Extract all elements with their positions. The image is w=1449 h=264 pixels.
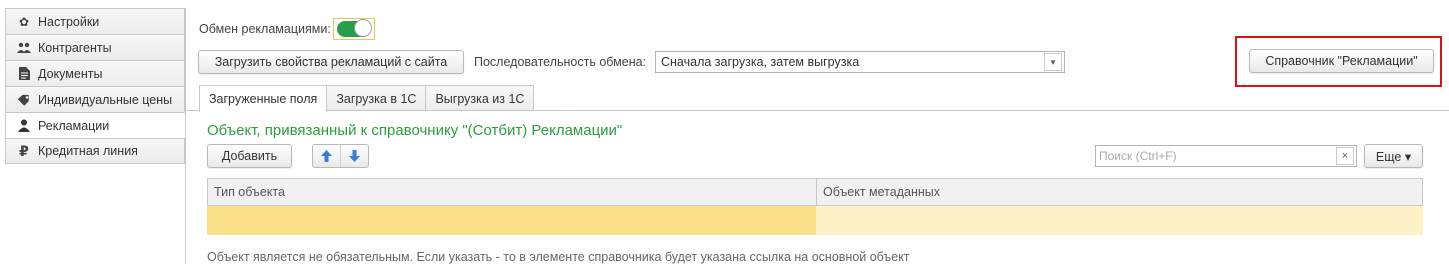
more-button[interactable]: Еще ▾ — [1364, 144, 1423, 168]
tab-loaded-fields[interactable]: Загруженные поля — [199, 85, 328, 112]
chevron-down-icon[interactable]: ▾ — [1044, 53, 1062, 71]
gear-icon: ✿ — [18, 14, 30, 29]
sidebar-item-counterparties[interactable]: Контрагенты — [5, 34, 185, 60]
sidebar-item-label: Рекламации — [38, 118, 110, 133]
section-title: Объект, привязанный к справочнику "(Сотб… — [207, 122, 623, 139]
sidebar-divider — [185, 8, 186, 264]
column-header-object-type[interactable]: Тип объекта — [208, 179, 817, 205]
sidebar-item-label: Кредитная линия — [38, 144, 138, 158]
toggle-switch[interactable] — [337, 19, 372, 37]
toggle-knob — [354, 19, 372, 37]
person-icon — [16, 119, 32, 132]
exchange-label: Обмен рекламациями: — [199, 22, 331, 36]
sidebar-item-documents[interactable]: Документы — [5, 60, 185, 86]
sidebar-item-label: Индивидуальные цены — [38, 92, 173, 107]
document-icon — [16, 67, 32, 80]
sidebar-item-label: Документы — [38, 66, 103, 81]
search-input[interactable] — [1096, 148, 1336, 164]
sequence-select-value: Сначала загрузка, затем выгрузка — [661, 55, 860, 69]
load-claim-properties-button[interactable]: Загрузить свойства рекламаций с сайта — [198, 50, 464, 74]
search-field[interactable]: × — [1095, 145, 1357, 167]
move-buttons — [312, 144, 369, 168]
sequence-label: Последовательность обмена: — [474, 55, 647, 69]
sidebar-item-claims[interactable]: Рекламации — [5, 112, 185, 138]
tab-bar: Загруженные поля Загрузка в 1С Выгрузка … — [199, 85, 535, 112]
table-cell-metadata-object[interactable] — [816, 206, 1423, 235]
table-cell-object-type[interactable] — [207, 206, 816, 235]
table-header: Тип объекта Объект метаданных — [207, 178, 1423, 206]
add-button[interactable]: Добавить — [207, 144, 292, 168]
price-tag-icon — [16, 94, 32, 106]
column-header-metadata-object[interactable]: Объект метаданных — [817, 179, 1422, 205]
exchange-toggle[interactable] — [333, 18, 375, 40]
arrow-down-icon[interactable] — [340, 145, 368, 167]
tab-load-to-1c[interactable]: Загрузка в 1С — [326, 85, 427, 111]
sidebar-item-label: Настройки — [38, 14, 100, 29]
footnote-text: Объект является не обязательным. Если ук… — [207, 250, 910, 264]
sidebar-item-settings[interactable]: ✿ Настройки — [5, 8, 185, 34]
close-icon[interactable]: × — [1336, 147, 1354, 165]
highlight-box — [1235, 36, 1442, 87]
tab-unload-from-1c[interactable]: Выгрузка из 1С — [425, 85, 535, 111]
tab-divider — [186, 110, 1449, 111]
arrow-up-icon[interactable] — [313, 145, 340, 167]
sidebar-item-label: Контрагенты — [38, 40, 112, 55]
sequence-select[interactable]: Сначала загрузка, затем выгрузка ▾ — [655, 51, 1065, 73]
objects-table: Тип объекта Объект метаданных — [207, 178, 1423, 235]
sidebar-item-credit-line[interactable]: ₽ Кредитная линия — [5, 138, 185, 164]
users-icon — [16, 42, 32, 54]
sidebar-item-individual-prices[interactable]: Индивидуальные цены — [5, 86, 185, 112]
ruble-icon: ₽ — [19, 142, 29, 159]
table-row[interactable] — [207, 206, 1423, 235]
sidebar: ✿ Настройки Контрагенты Документы Индиви… — [5, 8, 185, 164]
